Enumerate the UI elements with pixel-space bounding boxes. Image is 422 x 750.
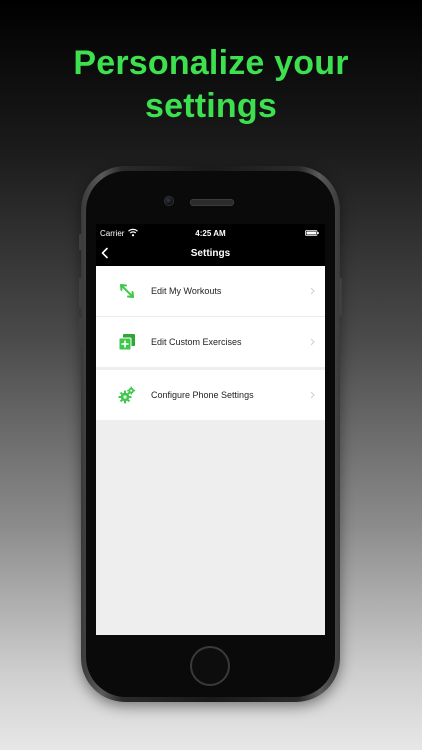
power-button [339,278,342,316]
settings-item-label: Configure Phone Settings [151,390,254,400]
mute-switch [79,234,82,250]
status-time: 4:25 AM [195,229,226,238]
add-exercise-icon [118,334,135,351]
navigation-bar: Settings [96,242,325,266]
status-bar: Carrier 4:25 AM [96,224,325,242]
front-camera [164,196,174,206]
chevron-right-icon [310,338,315,346]
gears-icon [118,386,136,404]
settings-item-edit-my-workouts[interactable]: Edit My Workouts [96,266,325,316]
headline-line-2: settings [145,87,277,125]
home-button[interactable] [190,646,230,686]
headline: Personalize your settings [0,42,422,128]
chevron-right-icon [310,391,315,399]
volume-up-button [79,278,82,308]
volume-down-button [79,318,82,348]
battery-icon [305,230,319,236]
settings-list: Edit My Workouts Edit Custom Exercises C… [96,266,325,420]
settings-item-configure-phone-settings[interactable]: Configure Phone Settings [96,367,325,420]
nav-title: Settings [190,248,231,259]
headline-line-1: Personalize your [73,44,349,82]
chevron-right-icon [310,287,315,295]
earpiece-speaker [190,199,234,206]
settings-item-edit-custom-exercises[interactable]: Edit Custom Exercises [96,316,325,367]
expand-arrows-icon [120,284,134,298]
phone-screen: Carrier 4:25 AM Settings Edit My Workout… [96,224,325,635]
settings-item-label: Edit My Workouts [151,286,222,296]
settings-item-label: Edit Custom Exercises [151,337,242,347]
